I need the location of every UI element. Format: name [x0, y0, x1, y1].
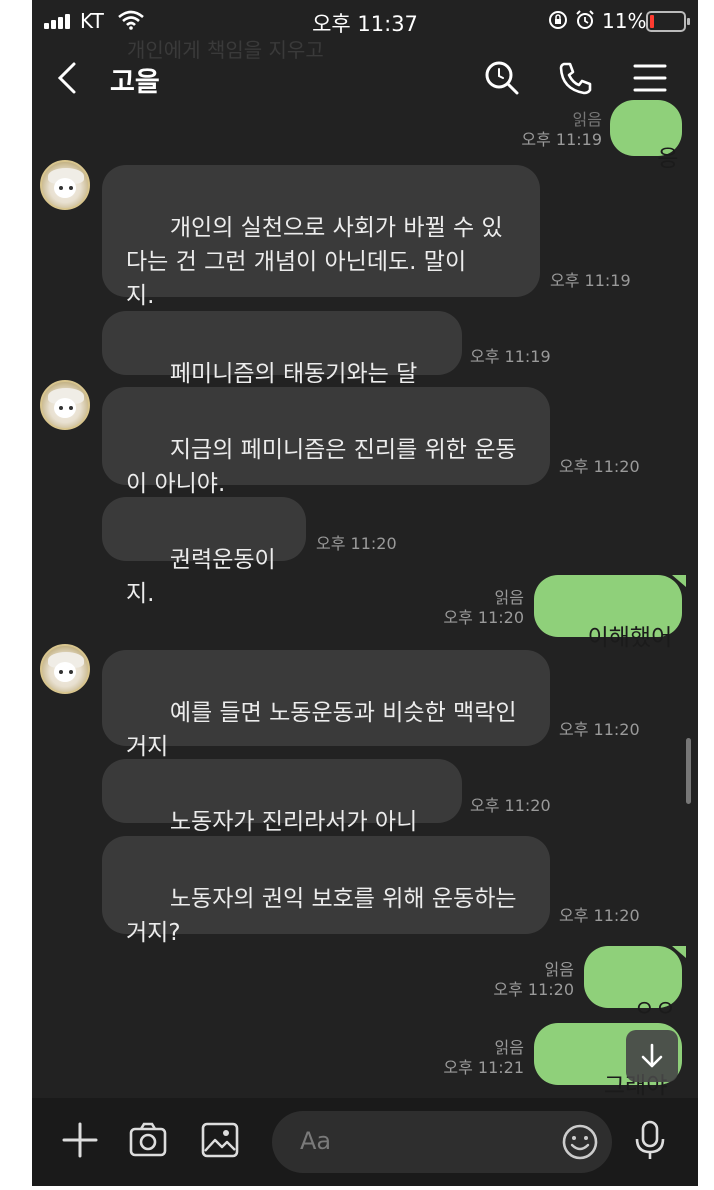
back-icon[interactable]: [46, 56, 90, 100]
message-bubble-out[interactable]: 이해했어: [534, 575, 682, 651]
read-receipt: 읽음: [494, 588, 524, 607]
message-bubble-in[interactable]: 개인의 실천으로 사회가 바뀔 수 있 다는 건 그런 개념이 아닌데도. 말이…: [102, 165, 540, 309]
read-receipt: 읽음: [494, 1038, 524, 1057]
rotation-lock-icon: [549, 11, 567, 29]
bubble-tail: [672, 575, 686, 587]
message-bubble-in[interactable]: 노동자가 진리라서가 아니라: [102, 759, 462, 869]
message-bubble-in[interactable]: 페미니즘의 태동기와는 달리: [102, 311, 462, 421]
phone-icon[interactable]: [554, 56, 598, 100]
menu-icon[interactable]: [628, 56, 672, 100]
message-text: 예를 들면 노동운동과 비슷한 맥락인 거지: [126, 700, 517, 760]
message-meta: 읽음 오후 11:20: [424, 588, 524, 628]
message-bubble-in[interactable]: 노동자의 권익 보호를 위해 운동하는 거지?: [102, 836, 550, 946]
battery-percent: 11%: [602, 9, 647, 33]
input-placeholder: Aa: [300, 1127, 332, 1155]
read-receipt: 읽음: [544, 960, 574, 979]
message-time: 오후 11:20: [443, 608, 524, 627]
message-time: 오후 11:19: [470, 347, 551, 366]
message-time: 오후 11:20: [559, 906, 640, 925]
message-text: ㅇㅇ: [633, 996, 677, 1022]
bubble-tail: [672, 946, 686, 958]
message-time: 오후 11:20: [559, 457, 640, 476]
avatar[interactable]: [40, 160, 90, 210]
message-meta: 읽음 오후 11:21: [424, 1038, 524, 1078]
message-list[interactable]: 읽음 오후 11:19 응 개인의 실천으로 사회가 바뀔 수 있 다는 건 그…: [32, 0, 698, 1100]
message-time: 오후 11:21: [443, 1058, 524, 1077]
message-bubble-in[interactable]: 예를 들면 노동운동과 비슷한 맥락인 거지: [102, 650, 550, 760]
message-meta: 읽음 오후 11:19: [502, 110, 602, 150]
battery-icon: [646, 11, 690, 32]
camera-icon[interactable]: [126, 1118, 170, 1162]
message-text: 노동자의 권익 보호를 위해 운동하는 거지?: [126, 886, 517, 946]
chat-screen: 읽음 오후 11:19 응 개인의 실천으로 사회가 바뀔 수 있 다는 건 그…: [32, 0, 698, 1186]
pinned-preview-text: 개인에게 책임을 지우고: [127, 38, 324, 62]
avatar[interactable]: [40, 380, 90, 430]
message-time: 오후 11:19: [521, 130, 602, 149]
chat-title: 고을: [110, 67, 160, 98]
chat-header: 개인에게 책임을 지우고 고을: [32, 38, 698, 114]
message-bubble-in[interactable]: 권력운동이지.: [102, 497, 306, 607]
message-time: 오후 11:20: [470, 796, 551, 815]
message-text: 이해했어: [587, 625, 673, 651]
message-bubble-in[interactable]: 지금의 페미니즘은 진리를 위한 운동 이 아니야.: [102, 387, 550, 497]
input-bar: Aa: [32, 1098, 698, 1186]
message-time: 오후 11:19: [550, 271, 631, 290]
search-icon[interactable]: [480, 56, 524, 100]
avatar[interactable]: [40, 644, 90, 694]
message-time: 오후 11:20: [316, 534, 397, 553]
message-text: 지금의 페미니즘은 진리를 위한 운동 이 아니야.: [126, 437, 517, 497]
emoji-icon[interactable]: [559, 1121, 601, 1163]
message-bubble-out[interactable]: ㅇㅇ: [584, 946, 682, 1022]
scroll-down-button[interactable]: [626, 1030, 678, 1082]
message-text: 개인의 실천으로 사회가 바뀔 수 있 다는 건 그런 개념이 아닌데도. 말이…: [126, 215, 503, 309]
scrollbar[interactable]: [686, 738, 691, 804]
message-meta: 읽음 오후 11:20: [474, 960, 574, 1000]
message-text: 권력운동이지.: [126, 547, 276, 607]
message-time: 오후 11:20: [493, 980, 574, 999]
mic-icon[interactable]: [628, 1118, 672, 1162]
gallery-icon[interactable]: [198, 1118, 242, 1162]
scroll-down-icon: [641, 1043, 663, 1068]
plus-icon[interactable]: [58, 1118, 102, 1162]
message-time: 오후 11:20: [559, 720, 640, 739]
message-text: 응: [657, 146, 679, 172]
message-input[interactable]: Aa: [272, 1111, 612, 1173]
alarm-icon: [576, 10, 594, 29]
